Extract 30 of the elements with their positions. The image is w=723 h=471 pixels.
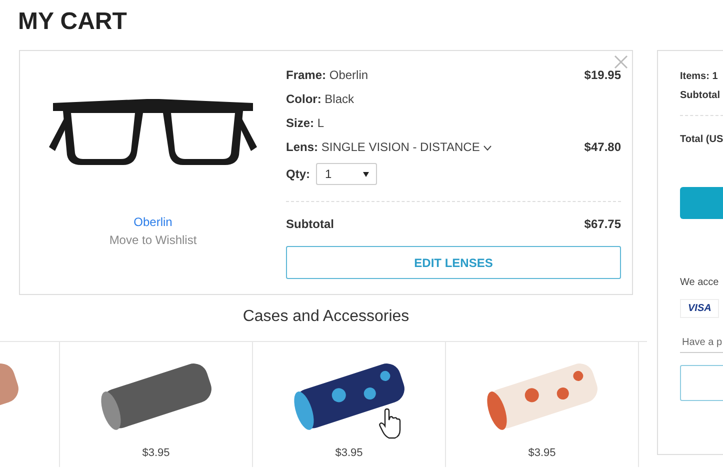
detail-label: Color: [286,92,322,106]
chevron-down-icon[interactable] [482,144,492,151]
detail-label: Size: [286,116,314,130]
subtotal-label: Subtotal [680,90,721,101]
visa-card-logo: VISA [680,299,720,318]
quantity-select[interactable]: 1 [316,163,377,185]
lens-dropdown[interactable]: SINGLE VISION - DISTANCE [321,140,480,154]
detail-value: Black [324,92,354,106]
detail-value: L [317,116,324,130]
payment-methods-text: We acce [680,277,720,288]
product-name-link[interactable]: Oberlin [134,215,172,229]
product-price: $3.95 [528,447,556,459]
product-price: $3.95 [335,447,363,459]
subtotal-label: Subtotal [286,217,334,231]
subtotal-price: $67.75 [584,217,621,231]
detail-value: Oberlin [329,68,368,82]
detail-label: Frame: [286,68,326,82]
section-title: Cases and Accessories [242,308,410,327]
detail-label: Lens: [286,140,318,154]
price-text: $47.80 [584,140,621,154]
page-title: MY CART [17,7,128,37]
move-to-wishlist-link[interactable]: Move to Wishlist [109,233,197,247]
total-label: Total (US [680,134,723,145]
edit-lenses-button[interactable]: EDIT LENSES [286,246,621,279]
price-text: $19.95 [584,68,621,82]
product-price: $3.95 [142,447,170,459]
qty-label: Qty: [286,167,310,181]
items-count: Items: 1 [680,71,719,82]
close-icon[interactable] [614,55,628,69]
caret-icon [363,172,369,176]
